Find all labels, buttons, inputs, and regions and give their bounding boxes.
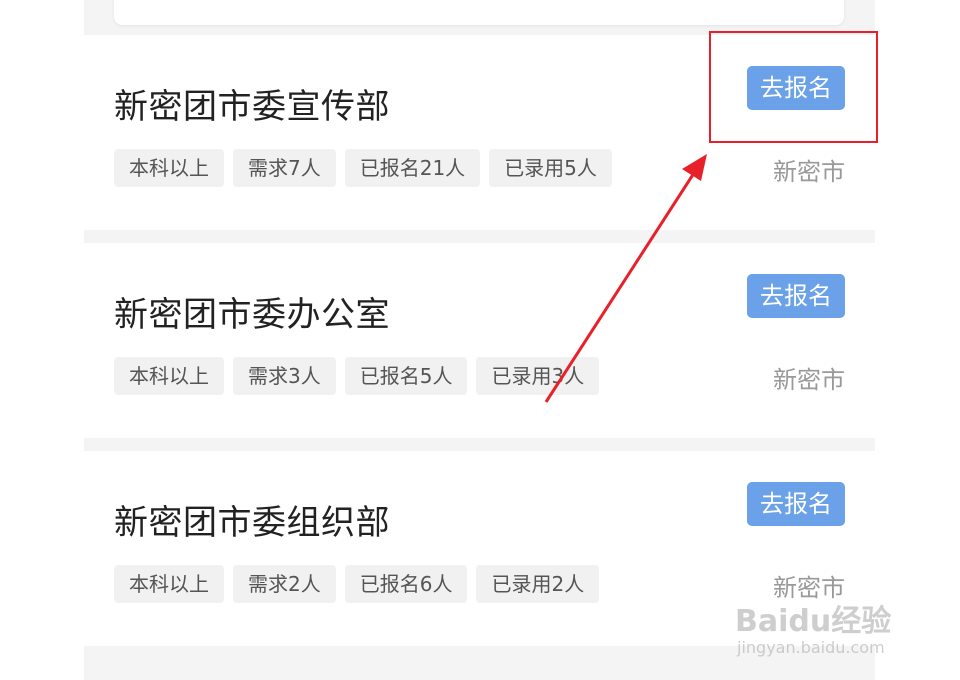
watermark: Baidu经验 jingyan.baidu.com [735,596,915,666]
annotation-arrow-head [682,154,707,181]
watermark-brand: Baidu经验 [735,604,892,639]
watermark-url: jingyan.baidu.com [737,638,885,657]
annotation-arrow [544,154,707,403]
annotation-arrow-shaft [544,172,696,403]
